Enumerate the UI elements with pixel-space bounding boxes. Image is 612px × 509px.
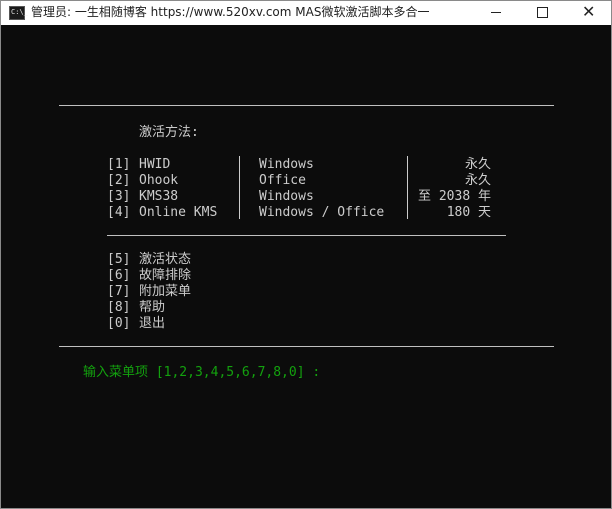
option-number: [8]	[107, 300, 131, 315]
method-number: [2]	[107, 173, 131, 188]
method-name: Ohook	[139, 173, 179, 188]
method-duration: 至 2038 年	[418, 189, 491, 204]
console-window: C:\_ 管理员: 一生相随博客 https://www.520xv.com M…	[0, 0, 612, 509]
minimize-icon	[491, 12, 501, 13]
title-bar[interactable]: C:\_ 管理员: 一生相随博客 https://www.520xv.com M…	[1, 1, 611, 25]
close-icon: ✕	[582, 2, 596, 21]
option-number: [5]	[107, 252, 131, 267]
option-label: 退出	[139, 316, 166, 331]
window-title: 管理员: 一生相随博客 https://www.520xv.com MAS微软激…	[31, 5, 430, 19]
method-product: Office	[259, 173, 306, 188]
method-product: Windows	[259, 157, 314, 172]
divider-middle	[107, 235, 506, 236]
method-name: KMS38	[139, 189, 179, 204]
method-duration: 永久	[464, 157, 491, 172]
maximize-icon	[537, 7, 548, 18]
maximize-button[interactable]	[519, 1, 565, 25]
divider-bottom	[59, 346, 554, 347]
method-number: [4]	[107, 205, 131, 220]
method-name: Online KMS	[139, 205, 218, 220]
option-label: 激活状态	[139, 252, 192, 267]
console-output[interactable]: 激活方法: [1] HWID Windows 永久 [2] Ohook Offi…	[1, 25, 611, 508]
menu-prompt[interactable]: 输入菜单项 [1,2,3,4,5,6,7,8,0] :	[83, 365, 320, 381]
option-label: 故障排除	[139, 268, 192, 283]
divider-top	[59, 105, 554, 106]
console-icon-glyph: C:\_	[11, 8, 28, 16]
option-label: 附加菜单	[139, 284, 192, 299]
method-duration: 永久	[464, 173, 491, 188]
console-icon[interactable]: C:\_	[9, 6, 28, 20]
column-separator-left	[239, 156, 240, 219]
method-product: Windows	[259, 189, 314, 204]
option-number: [0]	[107, 316, 131, 331]
method-duration: 180 天	[446, 205, 491, 220]
close-button[interactable]: ✕	[565, 1, 611, 25]
menu-heading: 激活方法:	[139, 125, 199, 140]
method-number: [1]	[107, 157, 131, 172]
option-number: [6]	[107, 268, 131, 283]
option-number: [7]	[107, 284, 131, 299]
method-name: HWID	[139, 157, 171, 172]
minimize-button[interactable]	[473, 1, 519, 25]
option-label: 帮助	[139, 300, 166, 315]
method-product: Windows / Office	[259, 205, 385, 220]
method-number: [3]	[107, 189, 131, 204]
column-separator-right	[407, 156, 408, 219]
